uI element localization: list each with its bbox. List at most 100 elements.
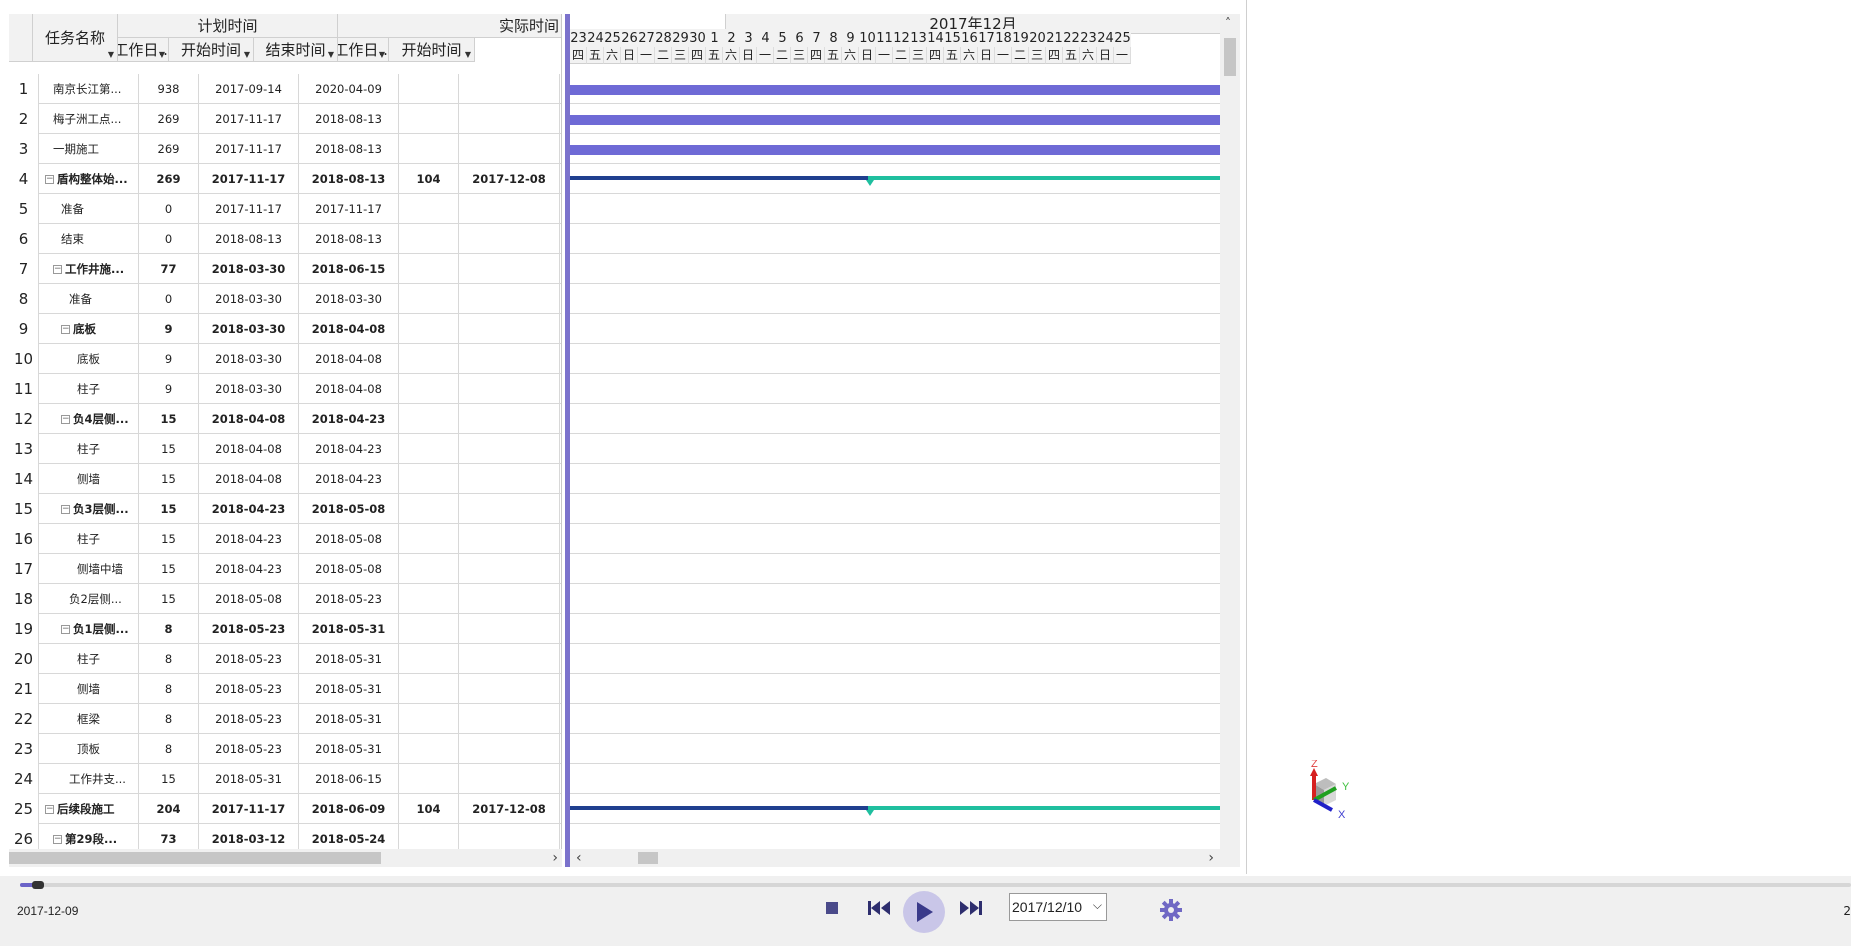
actual-workdays-cell[interactable] [399, 374, 459, 404]
row-number[interactable]: 22 [9, 704, 39, 734]
gantt-scroll-thumb[interactable] [638, 852, 658, 864]
plan-end-cell[interactable]: 2018-05-31 [299, 674, 399, 704]
actual-workdays-cell[interactable] [399, 434, 459, 464]
actual-start-cell[interactable] [459, 494, 560, 524]
timeline-track[interactable] [20, 881, 1851, 889]
row-number[interactable]: 16 [9, 524, 39, 554]
plan-end-cell[interactable]: 2018-06-15 [299, 254, 399, 284]
gantt-row[interactable] [570, 434, 1220, 464]
collapse-toggle-icon[interactable]: − [61, 414, 70, 424]
plan-start-cell[interactable]: 2018-04-23 [199, 524, 299, 554]
gantt-row[interactable] [570, 254, 1220, 284]
task-row[interactable]: 19− 负1层侧... 8 2018-05-23 2018-05-31 [9, 614, 561, 644]
task-row[interactable]: 26− 第29段... 73 2018-03-12 2018-05-24 [9, 824, 561, 852]
plan-end-cell[interactable]: 2018-08-13 [299, 104, 399, 134]
plan-workdays-cell[interactable]: 15 [139, 584, 199, 614]
plan-workdays-cell[interactable]: 9 [139, 344, 199, 374]
plan-start-cell[interactable]: 2018-08-13 [199, 224, 299, 254]
actual-start-cell[interactable] [459, 674, 560, 704]
plan-workdays-cell[interactable]: 0 [139, 284, 199, 314]
plan-workdays-cell[interactable]: 15 [139, 464, 199, 494]
actual-workdays-cell[interactable] [399, 524, 459, 554]
plan-workdays-cell[interactable]: 269 [139, 134, 199, 164]
plan-workdays-cell[interactable]: 8 [139, 734, 199, 764]
scroll-right-icon[interactable]: › [1208, 849, 1214, 867]
plan-end-cell[interactable]: 2018-06-15 [299, 764, 399, 794]
actual-workdays-cell[interactable] [399, 314, 459, 344]
actual-workdays-cell[interactable] [399, 464, 459, 494]
plan-workdays-cell[interactable]: 269 [139, 104, 199, 134]
task-row[interactable]: 25− 后续段施工 204 2017-11-17 2018-06-09 104 2017-1… [9, 794, 561, 824]
plan-workdays-cell[interactable]: 0 [139, 194, 199, 224]
collapse-toggle-icon[interactable]: − [61, 624, 70, 634]
scroll-up-icon[interactable]: ˄ [1225, 14, 1231, 32]
task-row[interactable]: 20 柱子 8 2018-05-23 2018-05-31 [9, 644, 561, 674]
gantt-row[interactable] [570, 164, 1220, 194]
actual-start-cell[interactable] [459, 74, 560, 104]
axis-gizmo[interactable]: Z Y X [1298, 758, 1358, 830]
gantt-row[interactable] [570, 704, 1220, 734]
gantt-row[interactable] [570, 524, 1220, 554]
plan-start-cell[interactable]: 2018-03-30 [199, 374, 299, 404]
row-number[interactable]: 5 [9, 194, 39, 224]
plan-workdays-cell[interactable]: 8 [139, 704, 199, 734]
collapse-toggle-icon[interactable]: − [61, 324, 70, 334]
task-row[interactable]: 3 一期施工 269 2017-11-17 2018-08-13 [9, 134, 561, 164]
actual-start-cell[interactable] [459, 224, 560, 254]
plan-start-cell[interactable]: 2018-05-31 [199, 764, 299, 794]
plan-start-cell[interactable]: 2018-05-23 [199, 704, 299, 734]
plan-workdays-cell[interactable]: 77 [139, 254, 199, 284]
plan-workdays-cell[interactable]: 15 [139, 764, 199, 794]
gantt-row[interactable] [570, 584, 1220, 614]
row-number[interactable]: 19 [9, 614, 39, 644]
task-name-header[interactable]: 任务名称 ▼ [33, 14, 118, 62]
plan-end-cell[interactable]: 2018-05-08 [299, 524, 399, 554]
actual-start-cell[interactable] [459, 554, 560, 584]
actual-start-cell[interactable] [459, 584, 560, 614]
task-name-cell[interactable]: − 工作井施... [39, 254, 139, 284]
row-number[interactable]: 24 [9, 764, 39, 794]
gantt-row[interactable] [570, 494, 1220, 524]
gantt-row[interactable] [570, 374, 1220, 404]
collapse-toggle-icon[interactable]: − [45, 174, 54, 184]
task-name-cell[interactable]: 框梁 [39, 704, 139, 734]
row-number[interactable]: 7 [9, 254, 39, 284]
plan-workdays-cell[interactable]: 269 [139, 164, 199, 194]
plan-start-cell[interactable]: 2018-05-23 [199, 734, 299, 764]
actual-workdays-cell[interactable] [399, 824, 459, 852]
actual-start-cell[interactable] [459, 464, 560, 494]
task-name-cell[interactable]: − 底板 [39, 314, 139, 344]
plan-end-cell[interactable]: 2018-05-31 [299, 614, 399, 644]
task-row[interactable]: 9− 底板 9 2018-03-30 2018-04-08 [9, 314, 561, 344]
actual-start-cell[interactable] [459, 314, 560, 344]
plan-end-cell[interactable]: 2018-05-31 [299, 704, 399, 734]
actual-start-cell[interactable] [459, 434, 560, 464]
plan-workdays-cell[interactable]: 15 [139, 524, 199, 554]
sort-arrow-icon[interactable]: ▼ [379, 50, 385, 59]
row-number[interactable]: 18 [9, 584, 39, 614]
gantt-row[interactable] [570, 194, 1220, 224]
task-name-cell[interactable]: − 负1层侧... [39, 614, 139, 644]
task-row[interactable]: 10 底板 9 2018-03-30 2018-04-08 [9, 344, 561, 374]
sort-arrow-icon[interactable]: ▼ [465, 50, 471, 59]
task-row[interactable]: 15− 负3层侧... 15 2018-04-23 2018-05-08 [9, 494, 561, 524]
task-name-cell[interactable]: − 负4层侧... [39, 404, 139, 434]
actual-workdays-cell[interactable] [399, 734, 459, 764]
task-row[interactable]: 17 侧墙中墙 15 2018-04-23 2018-05-08 [9, 554, 561, 584]
plan-workdays-cell[interactable]: 8 [139, 644, 199, 674]
plan-workdays-cell[interactable]: 204 [139, 794, 199, 824]
gantt-row[interactable] [570, 554, 1220, 584]
scroll-left-icon[interactable]: ‹ [576, 849, 582, 867]
actual-workdays-cell[interactable] [399, 704, 459, 734]
task-name-cell[interactable]: 负2层侧... [39, 584, 139, 614]
row-number[interactable]: 2 [9, 104, 39, 134]
task-name-cell[interactable]: 底板 [39, 344, 139, 374]
plan-start-cell[interactable]: 2018-04-08 [199, 404, 299, 434]
task-row[interactable]: 14 侧墙 15 2018-04-08 2018-04-23 [9, 464, 561, 494]
plan-end-cell[interactable]: 2018-04-23 [299, 404, 399, 434]
actual-start-cell[interactable] [459, 644, 560, 674]
row-number[interactable]: 15 [9, 494, 39, 524]
next-button[interactable] [956, 898, 986, 918]
actual-workdays-cell[interactable] [399, 224, 459, 254]
row-number[interactable]: 12 [9, 404, 39, 434]
